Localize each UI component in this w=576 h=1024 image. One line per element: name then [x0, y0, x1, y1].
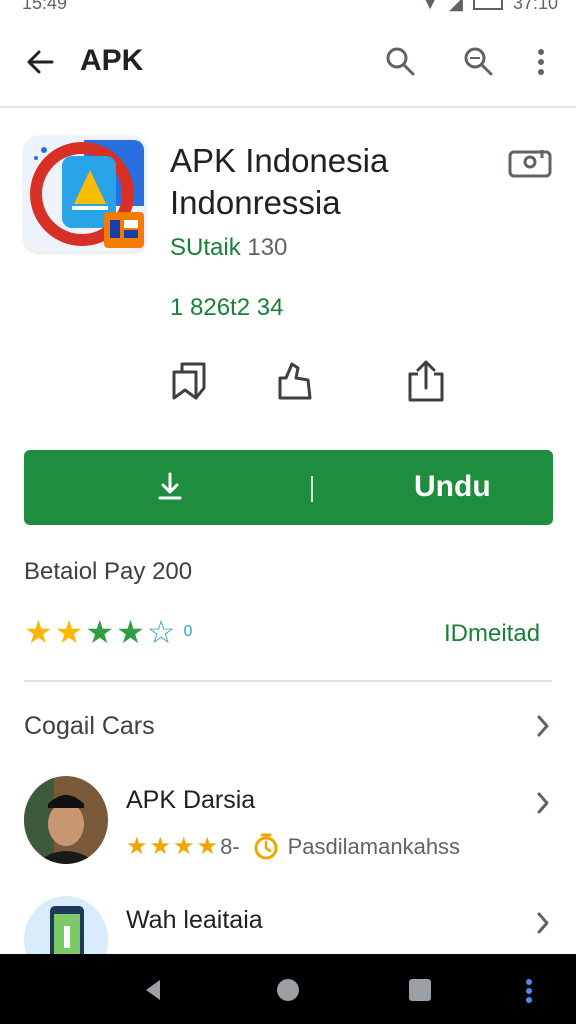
status-icons: ▼ ◢ 37:10 — [421, 0, 558, 13]
more-vert-icon[interactable] — [524, 978, 534, 1004]
installed-label[interactable]: IDmeitad — [444, 620, 540, 648]
item-name: APK Darsia — [126, 786, 256, 814]
signal-icon: ◢ — [449, 0, 463, 13]
app-icon — [24, 136, 146, 252]
item-rating-text: 8- — [220, 833, 240, 859]
wishlist-icon[interactable] — [508, 146, 552, 180]
share-icon[interactable] — [404, 358, 448, 404]
nav-home-icon[interactable] — [276, 978, 300, 1002]
app-bar-title: APK — [80, 44, 144, 77]
rating-count: 0 — [183, 623, 193, 640]
app-name: APK Indonesia Indonressia — [170, 142, 389, 221]
thumbs-up-icon[interactable] — [272, 358, 316, 404]
wifi-icon: ▼ — [421, 0, 440, 13]
star-outline-icon: ☆ — [146, 614, 176, 650]
item-name: Wah leaitaia — [126, 906, 263, 934]
star-icon: ★ — [126, 833, 148, 860]
status-time: 15:49 — [22, 0, 68, 13]
install-button[interactable]: Undu — [24, 450, 553, 525]
back-arrow-icon[interactable] — [22, 44, 58, 80]
divider — [24, 680, 552, 682]
price-text: Betaiol Pay 200 — [24, 558, 193, 585]
list-item[interactable]: APK Darsia ★ ★ ★ ★ 8- Pasdilamankahss — [0, 776, 576, 876]
download-icon — [158, 472, 182, 500]
battery-icon — [472, 0, 503, 10]
star-icon: ★ — [149, 833, 172, 860]
star-icon: ★ — [85, 614, 115, 650]
chevron-right-icon[interactable] — [535, 713, 551, 739]
chevron-right-icon[interactable] — [535, 790, 551, 816]
avatar — [24, 776, 108, 864]
star-icon: ★ — [116, 614, 145, 650]
app-publisher[interactable]: SUtaik 130 — [170, 234, 287, 262]
timer-icon — [254, 833, 278, 859]
publisher-number: 130 — [247, 234, 288, 261]
nav-back-icon[interactable] — [142, 978, 164, 1002]
star-icon: ★ — [54, 614, 84, 650]
more-vert-icon[interactable] — [532, 44, 550, 80]
item-sub-text: Pasdilamankahss — [287, 833, 461, 859]
star-icon: ★ — [24, 614, 53, 650]
search-alt-icon[interactable] — [460, 44, 496, 80]
section-title[interactable]: Cogail Cars — [24, 712, 155, 741]
search-icon[interactable] — [382, 44, 418, 80]
nav-recents-icon[interactable] — [408, 978, 432, 1002]
star-icon: ★ — [196, 833, 219, 860]
chevron-right-icon[interactable] — [535, 910, 551, 936]
button-separator — [311, 476, 313, 502]
app-bar: APK — [0, 14, 576, 108]
item-rating: ★ ★ ★ ★ 8- Pasdilamankahss — [126, 832, 460, 861]
battery-text: 37:10 — [512, 0, 558, 13]
bookmark-icon[interactable] — [168, 358, 212, 404]
status-bar: 15:49 ▼ ◢ 37:10 — [0, 0, 576, 14]
install-button-label: Undu — [414, 470, 491, 503]
rating-stars: ★ ★ ★ ★ ☆ 0 — [24, 616, 192, 648]
app-meta: 1 826t2 34 — [170, 294, 284, 321]
publisher-label: SUtaik — [170, 234, 241, 261]
star-icon: ★ — [173, 833, 195, 860]
system-nav-bar — [0, 954, 576, 1024]
